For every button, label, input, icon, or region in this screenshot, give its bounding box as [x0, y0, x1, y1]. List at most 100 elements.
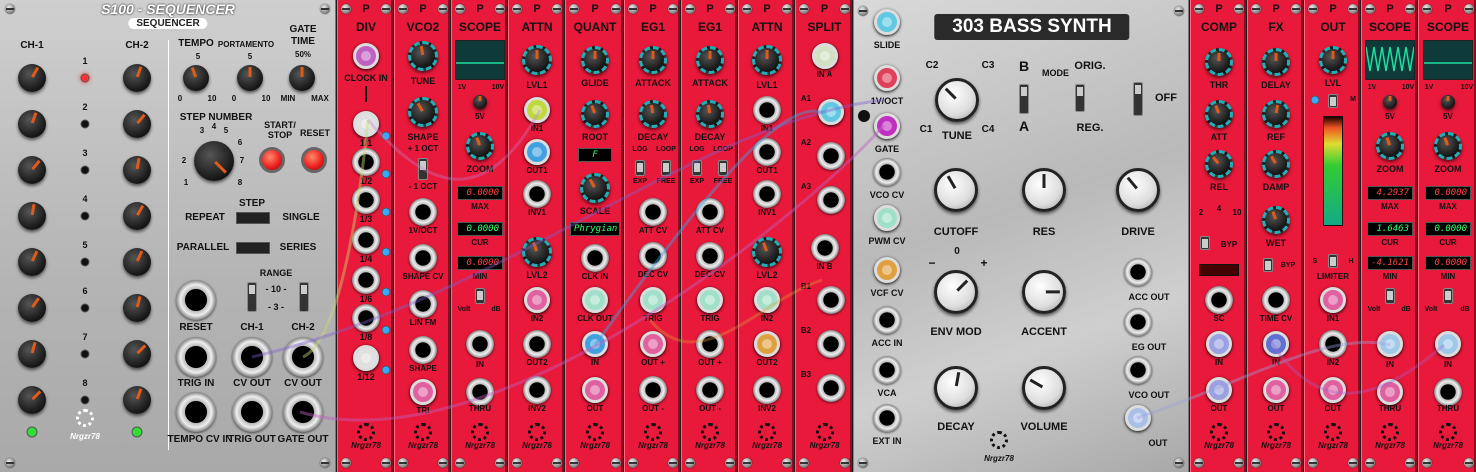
vco-jack[interactable]: [409, 198, 437, 226]
step-ch2-knob[interactable]: [123, 202, 151, 230]
scope-in-jack[interactable]: [1377, 331, 1403, 357]
out-minus-jack[interactable]: [696, 376, 724, 404]
res-knob[interactable]: [1022, 168, 1066, 212]
bass-ext-in-jack[interactable]: [873, 404, 901, 432]
rel-knob[interactable]: [1205, 150, 1233, 178]
step-ch2-knob[interactable]: [123, 156, 151, 184]
scope-thru-jack[interactable]: [1377, 379, 1403, 405]
att-knob[interactable]: [1205, 100, 1233, 128]
byp-switch[interactable]: [1200, 236, 1210, 250]
out-jack-plug[interactable]: [1125, 405, 1151, 431]
att-cv-jack[interactable]: [696, 198, 724, 226]
bass-vcf-cv-jack[interactable]: [874, 257, 900, 283]
vco-jack[interactable]: [410, 379, 436, 405]
fx-byp-switch[interactable]: [1263, 258, 1273, 272]
out-out-jack[interactable]: [1320, 377, 1346, 403]
vco-out-jack[interactable]: [1124, 356, 1152, 384]
envmod-knob[interactable]: [934, 270, 978, 314]
vco-jack[interactable]: [409, 244, 437, 272]
lvl1-knob[interactable]: [522, 45, 552, 75]
tempo-cv-in-jack[interactable]: [176, 392, 216, 432]
in-b-jack[interactable]: [810, 234, 839, 262]
inv1-jack[interactable]: [753, 180, 781, 208]
mono-switch[interactable]: [1328, 94, 1338, 108]
sc-jack[interactable]: [1205, 286, 1233, 314]
scope-range-knob[interactable]: [1383, 95, 1397, 109]
zoom-knob[interactable]: [466, 132, 494, 160]
delay-knob[interactable]: [1262, 48, 1290, 76]
split-b-jack[interactable]: [816, 374, 845, 402]
zoom-knob[interactable]: [1434, 132, 1462, 160]
wet-knob[interactable]: [1262, 206, 1290, 234]
out-minus-jack[interactable]: [639, 376, 667, 404]
clk-out-jack[interactable]: [582, 287, 608, 313]
inv1-jack[interactable]: [523, 180, 551, 208]
damp-knob[interactable]: [1262, 150, 1290, 178]
in2-jack[interactable]: [754, 287, 780, 313]
orig-reg-switch[interactable]: [1075, 84, 1085, 112]
tempo-knob[interactable]: [183, 65, 209, 91]
inv2-jack[interactable]: [523, 376, 551, 404]
lvl-knob[interactable]: [1319, 46, 1347, 74]
dec-cv-jack[interactable]: [696, 242, 724, 270]
log-exp-switch[interactable]: [635, 160, 645, 176]
step-ch2-knob[interactable]: [123, 248, 151, 276]
comp-in-jack[interactable]: [1206, 331, 1232, 357]
step-ch2-knob[interactable]: [123, 294, 151, 322]
glide-knob[interactable]: [581, 46, 609, 74]
bass-gate-jack[interactable]: [874, 113, 900, 139]
out-plus-jack[interactable]: [696, 330, 724, 358]
out-in1-jack[interactable]: [1320, 287, 1346, 313]
trig-jack[interactable]: [640, 287, 666, 313]
div-out-jack[interactable]: [352, 304, 380, 332]
reset-button[interactable]: [301, 147, 327, 173]
decay-knob[interactable]: [934, 366, 978, 410]
start-stop-button[interactable]: [259, 147, 285, 173]
trig-out-jack[interactable]: [232, 392, 272, 432]
drive-knob[interactable]: [1116, 168, 1160, 212]
cutoff-knob[interactable]: [934, 168, 978, 212]
step-ch1-knob[interactable]: [18, 202, 46, 230]
div-out-jack[interactable]: [353, 111, 379, 137]
gate-time-knob[interactable]: [289, 65, 315, 91]
div-out-jack[interactable]: [352, 148, 380, 176]
volume-knob[interactable]: [1022, 366, 1066, 410]
limiter-switch[interactable]: [1328, 254, 1338, 268]
lvl2-knob[interactable]: [752, 237, 782, 267]
trig-in-jack[interactable]: [176, 337, 216, 377]
scope-thru-jack[interactable]: [1434, 378, 1462, 406]
step-ch2-knob[interactable]: [123, 386, 151, 414]
att-cv-jack[interactable]: [639, 198, 667, 226]
fx-in-jack[interactable]: [1263, 331, 1289, 357]
dec-cv-jack[interactable]: [639, 242, 667, 270]
volt-db-switch[interactable]: [1385, 288, 1395, 304]
step-ch1-knob[interactable]: [18, 156, 46, 184]
scope-thru-jack[interactable]: [466, 378, 494, 406]
ref-knob[interactable]: [1262, 100, 1290, 128]
scope-range-knob[interactable]: [1441, 95, 1455, 109]
shape-knob[interactable]: [408, 97, 438, 127]
decay-knob[interactable]: [639, 100, 667, 128]
split-a-jack[interactable]: [816, 142, 845, 170]
comp-out-jack[interactable]: [1206, 377, 1232, 403]
acc-out-jack[interactable]: [1124, 258, 1152, 286]
bass-slide-jack[interactable]: [874, 9, 900, 35]
scope-in-jack[interactable]: [466, 330, 494, 358]
step-ch1-knob[interactable]: [18, 110, 46, 138]
bass-voct-jack[interactable]: [874, 65, 900, 91]
mode-switch[interactable]: [1019, 84, 1029, 114]
split-a-jack[interactable]: [817, 99, 844, 125]
octave-switch[interactable]: [418, 158, 428, 180]
inv2-jack[interactable]: [753, 376, 781, 404]
lvl1-knob[interactable]: [752, 45, 782, 75]
out1-jack[interactable]: [524, 139, 550, 165]
div-out-jack[interactable]: [353, 345, 379, 371]
step-ch2-knob[interactable]: [123, 110, 151, 138]
bass-pwm-cv-jack[interactable]: [874, 205, 900, 231]
tune-knob[interactable]: [408, 41, 438, 71]
vco-jack[interactable]: [409, 290, 437, 318]
lvl2-knob[interactable]: [522, 237, 552, 267]
bass-acc-in-jack[interactable]: [873, 306, 901, 334]
eg-out-jack[interactable]: [1124, 308, 1152, 336]
step-ch2-knob[interactable]: [123, 340, 151, 368]
